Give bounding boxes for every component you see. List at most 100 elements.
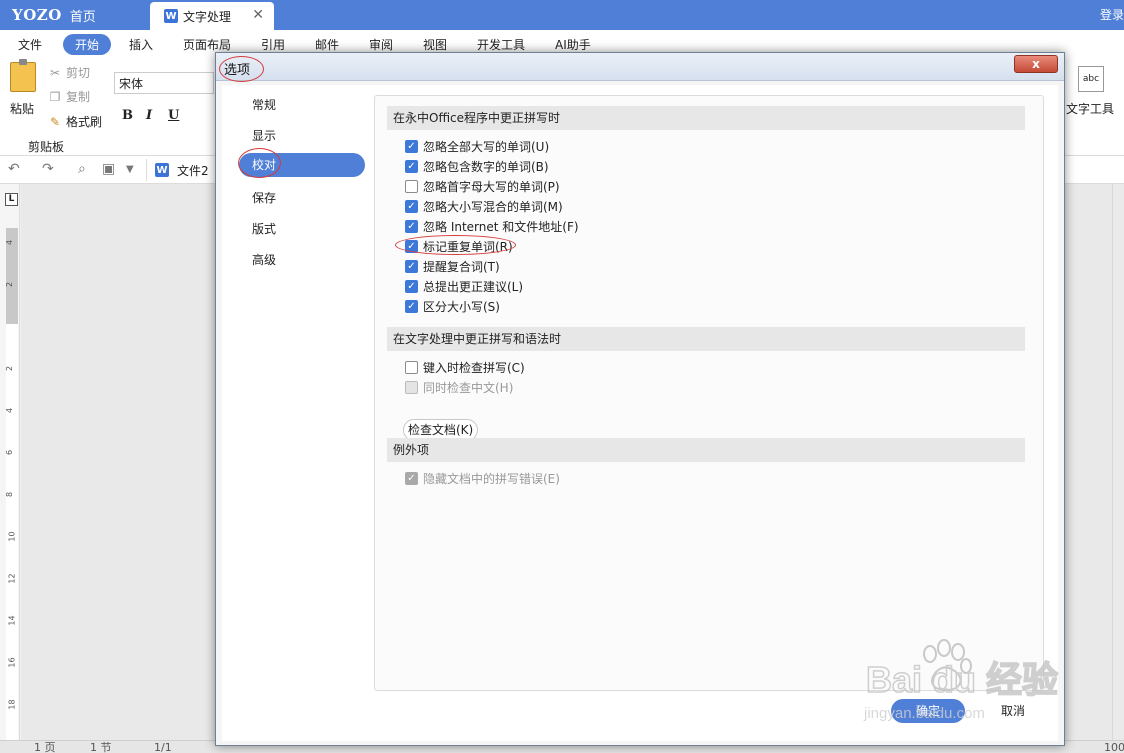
customize-dropdown-icon[interactable]: ▼	[126, 164, 134, 175]
menu-references[interactable]: 引用	[261, 36, 285, 53]
option-ignore-initial-caps[interactable]: 忽略首字母大写的单词(P)	[405, 177, 560, 195]
font-name-select[interactable]: 宋体	[114, 72, 214, 94]
copy-icon: ❐	[49, 89, 61, 104]
nav-general[interactable]: 常规	[239, 93, 365, 117]
nav-save[interactable]: 保存	[239, 186, 365, 210]
cut-button[interactable]: ✂ 剪切	[48, 64, 90, 81]
print-preview-icon[interactable]: ⌕	[78, 161, 86, 177]
option-label: 忽略包含数字的单词(B)	[423, 159, 549, 174]
option-label: 忽略全部大写的单词(U)	[423, 139, 550, 154]
yozo-logo: YOZO	[12, 6, 62, 24]
menu-file[interactable]: 文件	[18, 36, 42, 53]
redo-icon[interactable]: ↷	[42, 161, 54, 177]
document-tab[interactable]: W 文字处理 ✕	[150, 2, 274, 30]
italic-button[interactable]: I	[146, 108, 152, 123]
checkbox-icon: ✓	[405, 471, 418, 485]
menu-page-layout[interactable]: 页面布局	[183, 36, 231, 53]
dialog-title-bar[interactable]: 选项 x	[216, 53, 1064, 81]
menu-developer[interactable]: 开发工具	[477, 36, 525, 53]
save-icon[interactable]: ▣	[102, 161, 115, 177]
spellcheck-icon: abc	[1078, 66, 1104, 92]
ruler-number: 2	[5, 281, 15, 288]
checkbox-icon[interactable]: ✓	[405, 199, 418, 213]
vertical-scrollbar[interactable]	[1112, 184, 1124, 740]
option-label: 忽略首字母大写的单词(P)	[423, 179, 560, 194]
option-label: 忽略大小写混合的单词(M)	[423, 199, 563, 214]
menu-mailings[interactable]: 邮件	[315, 36, 339, 53]
nav-display[interactable]: 显示	[239, 124, 365, 148]
undo-icon[interactable]: ↶	[8, 161, 20, 177]
text-tools-label: 文字工具	[1066, 102, 1115, 116]
format-painter-button[interactable]: ✎ 格式刷	[48, 113, 102, 130]
underline-button[interactable]: U	[168, 108, 179, 123]
option-label: 同时检查中文(H)	[423, 380, 514, 395]
option-ignore-numbers[interactable]: ✓ 忽略包含数字的单词(B)	[405, 157, 549, 175]
watermark-brand: Bai du 经验	[866, 659, 1058, 700]
checkbox-icon[interactable]: ✓	[405, 279, 418, 293]
paste-button[interactable]	[8, 59, 38, 92]
tab-stop-selector[interactable]: L	[5, 193, 18, 206]
menu-review[interactable]: 审阅	[369, 36, 393, 53]
ruler-number: 6	[5, 449, 15, 456]
checkbox-icon[interactable]: ✓	[405, 259, 418, 273]
checkbox-icon[interactable]: ✓	[405, 299, 418, 313]
option-hide-spelling-errors: ✓ 隐藏文档中的拼写错误(E)	[405, 469, 560, 487]
ruler-number: 12	[7, 573, 17, 584]
vertical-ruler: 4 2 2 4 6 8 10 12 14 16 18	[0, 184, 20, 740]
checkbox-icon[interactable]	[405, 179, 418, 193]
checkbox-icon[interactable]: ✓	[405, 139, 418, 153]
login-link[interactable]: 登录	[1100, 6, 1124, 23]
document-name-tab[interactable]: W 文件2	[146, 159, 218, 181]
option-compound-words[interactable]: ✓ 提醒复合词(T)	[405, 257, 500, 275]
menu-ai-assistant[interactable]: AI助手	[555, 36, 591, 53]
text-tools-button[interactable]: abc 文字工具	[1066, 66, 1116, 116]
bold-button[interactable]: B	[122, 108, 133, 123]
paste-label: 粘贴	[10, 102, 35, 116]
home-tab[interactable]: YOZO 首页	[0, 0, 150, 30]
section-header-grammar: 在文字处理中更正拼写和语法时	[387, 327, 1025, 351]
option-label: 隐藏文档中的拼写错误(E)	[423, 471, 560, 486]
option-label: 忽略 Internet 和文件地址(F)	[423, 219, 579, 234]
menu-home[interactable]: 开始	[63, 34, 112, 55]
document-icon: W	[155, 163, 169, 177]
option-label: 键入时检查拼写(C)	[423, 360, 525, 375]
format-painter-label: 格式刷	[66, 115, 103, 129]
copy-button[interactable]: ❐ 复制	[48, 88, 90, 105]
ruler-number: 2	[5, 365, 15, 372]
status-section: 1 节	[90, 741, 112, 753]
menu-insert[interactable]: 插入	[129, 36, 153, 53]
dialog-close-button[interactable]: x	[1014, 55, 1058, 73]
option-label: 总提出更正建议(L)	[423, 279, 524, 294]
option-check-spelling-as-you-type[interactable]: 键入时检查拼写(C)	[405, 358, 525, 376]
menu-view[interactable]: 视图	[423, 36, 447, 53]
document-tab-label: 文字处理	[183, 9, 232, 24]
option-ignore-internet-addresses[interactable]: ✓ 忽略 Internet 和文件地址(F)	[405, 217, 579, 235]
option-case-sensitive[interactable]: ✓ 区分大小写(S)	[405, 297, 500, 315]
copy-label: 复制	[66, 90, 91, 104]
ruler-number: 4	[5, 239, 15, 246]
status-zoom[interactable]: 100	[1104, 741, 1124, 753]
ruler-number: 18	[7, 699, 17, 710]
annotation-ellipse-proofing	[238, 148, 281, 178]
ruler-number: 4	[5, 407, 15, 414]
option-always-suggest[interactable]: ✓ 总提出更正建议(L)	[405, 277, 523, 295]
status-page: 1 页	[34, 741, 56, 753]
annotation-ellipse-repeated-words	[395, 235, 516, 255]
baidu-jingyan-watermark: Bai du 经验 jingyan.baidu.com	[860, 636, 1070, 726]
close-tab-icon[interactable]: ✕	[252, 7, 264, 23]
checkbox-icon[interactable]: ✓	[405, 159, 418, 173]
title-bar: YOZO 首页 W 文字处理 ✕ 登录	[0, 0, 1124, 30]
nav-advanced[interactable]: 高级	[239, 248, 365, 272]
nav-layout[interactable]: 版式	[239, 217, 365, 241]
annotation-ellipse-title	[219, 56, 264, 82]
option-label: 区分大小写(S)	[423, 299, 500, 314]
option-ignore-uppercase[interactable]: ✓ 忽略全部大写的单词(U)	[405, 137, 549, 155]
brush-icon: ✎	[49, 114, 61, 129]
option-ignore-mixed-case[interactable]: ✓ 忽略大小写混合的单词(M)	[405, 197, 563, 215]
clipboard-group-label: 剪贴板	[28, 140, 65, 154]
checkbox-icon[interactable]	[405, 360, 418, 374]
checkbox-icon[interactable]: ✓	[405, 219, 418, 233]
ruler-number: 16	[7, 657, 17, 668]
word-doc-icon: W	[164, 9, 178, 23]
option-check-chinese: 同时检查中文(H)	[405, 378, 513, 396]
